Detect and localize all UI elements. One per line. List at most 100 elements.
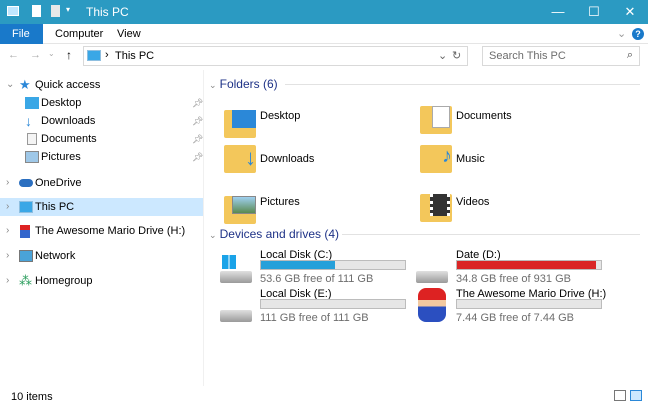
tab-file[interactable]: File xyxy=(0,24,43,44)
cloud-icon xyxy=(19,179,33,187)
network-icon xyxy=(19,250,33,262)
search-input[interactable]: Search This PC ⌕ xyxy=(482,46,640,66)
drive-usage-bar xyxy=(260,299,406,309)
address-bar[interactable]: › This PC ⌄ ↻ xyxy=(83,46,468,66)
up-button[interactable]: ↑ xyxy=(66,48,72,62)
homegroup-icon: ⁂ xyxy=(19,273,32,288)
computer-icon xyxy=(87,50,101,61)
address-dropdown-button[interactable]: ⌄ xyxy=(438,49,447,62)
sidebar-item-label: Quick access xyxy=(35,79,101,91)
navigation-pane: ⌄ ★ Quick access Desktop 📌︎ ↓ Downloads 📌︎ Do… xyxy=(0,70,204,386)
music-folder-icon: ♪ xyxy=(420,145,452,173)
documents-folder-icon xyxy=(420,106,452,134)
folder-videos[interactable]: Videos xyxy=(420,188,489,222)
sidebar-item-homegroup[interactable]: › ⁂ Homegroup xyxy=(0,272,203,290)
pin-icon[interactable]: 📌︎ xyxy=(192,148,203,166)
mario-icon xyxy=(20,225,30,238)
mario-icon xyxy=(418,288,446,322)
drive-usage-fill xyxy=(457,261,596,269)
drive-free-space: 53.6 GB free of 111 GB xyxy=(260,273,374,285)
drive-free-space: 7.44 GB free of 7.44 GB xyxy=(456,312,575,324)
sidebar-item-label: Network xyxy=(35,250,76,262)
sidebar-item-pictures[interactable]: Pictures 📌︎ xyxy=(0,148,203,166)
divider xyxy=(342,234,640,235)
download-icon: ↓ xyxy=(25,113,32,129)
folders-group: ⌄ Folders (6) xyxy=(209,77,278,91)
computer-icon xyxy=(7,6,19,16)
chevron-right-icon[interactable]: › xyxy=(6,222,9,240)
chevron-right-icon[interactable]: › xyxy=(6,247,9,265)
pin-icon[interactable]: 📌︎ xyxy=(192,112,203,130)
chevron-right-icon[interactable]: › xyxy=(6,272,9,290)
chevron-right-icon[interactable]: › xyxy=(6,198,9,216)
title-bar: ▾ This PC — ☐ ✕ xyxy=(0,0,648,24)
chevron-right-icon[interactable]: › xyxy=(6,174,9,192)
divider xyxy=(285,84,640,85)
sidebar-item-label: Pictures xyxy=(41,151,81,163)
sidebar-item-quick-access[interactable]: ⌄ ★ Quick access xyxy=(0,76,203,94)
recent-locations-button[interactable]: ⌄ xyxy=(48,49,55,58)
sidebar-item-label: Desktop xyxy=(41,97,82,109)
pictures-icon xyxy=(25,151,39,163)
chevron-down-icon[interactable]: ⌄ xyxy=(6,76,14,94)
breadcrumb-this-pc[interactable]: This PC xyxy=(115,50,154,62)
search-placeholder: Search This PC xyxy=(489,50,566,62)
sidebar-item-onedrive[interactable]: › OneDrive xyxy=(0,174,203,192)
help-button[interactable]: ? xyxy=(632,28,644,40)
folder-pictures[interactable]: Pictures xyxy=(224,188,300,224)
minimize-button[interactable]: — xyxy=(540,0,576,24)
folder-music[interactable]: ♪ Music xyxy=(420,145,485,173)
sidebar-item-label: The Awesome Mario Drive (H:) xyxy=(35,225,186,237)
folder-label: Videos xyxy=(456,196,490,208)
maximize-button[interactable]: ☐ xyxy=(576,0,612,24)
properties-icon[interactable] xyxy=(32,5,41,17)
sidebar-item-desktop[interactable]: Desktop 📌︎ xyxy=(0,94,203,112)
folder-label: Pictures xyxy=(260,196,300,208)
folder-desktop[interactable]: Desktop xyxy=(224,102,300,138)
downloads-folder-icon: ↓ xyxy=(224,145,256,173)
drive-usage-bar xyxy=(456,260,602,270)
chevron-down-icon[interactable]: ⌄ xyxy=(209,80,217,90)
customize-toolbar-icon[interactable]: ▾ xyxy=(66,5,70,14)
desktop-icon xyxy=(25,97,39,109)
sidebar-item-label: OneDrive xyxy=(35,177,82,189)
sidebar-item-mario-drive[interactable]: › The Awesome Mario Drive (H:) xyxy=(0,222,203,240)
hard-drive-icon xyxy=(220,310,252,322)
refresh-button[interactable]: ↻ xyxy=(452,49,461,62)
expand-ribbon-button[interactable]: ⌄ xyxy=(617,27,626,40)
sidebar-item-this-pc[interactable]: › This PC xyxy=(0,198,203,216)
sidebar-item-label: Downloads xyxy=(41,115,96,127)
folders-header[interactable]: Folders (6) xyxy=(220,77,278,91)
drives-header[interactable]: Devices and drives (4) xyxy=(220,227,339,241)
pin-icon[interactable]: 📌︎ xyxy=(192,130,203,148)
folder-downloads[interactable]: ↓ Downloads xyxy=(224,145,314,173)
breadcrumb-separator[interactable]: › xyxy=(105,49,109,61)
close-button[interactable]: ✕ xyxy=(612,0,648,24)
drive-usage-bar xyxy=(456,299,602,309)
new-folder-icon[interactable] xyxy=(51,5,60,17)
folder-label: Desktop xyxy=(260,110,301,122)
large-icons-view-button[interactable] xyxy=(630,390,642,401)
drive-usage-bar xyxy=(260,260,406,270)
search-icon: ⌕ xyxy=(626,49,633,61)
back-button[interactable]: ← xyxy=(8,49,19,61)
folder-label: Music xyxy=(456,153,485,165)
tab-view[interactable]: View xyxy=(105,24,153,44)
sidebar-item-label: This PC xyxy=(35,201,75,213)
folder-label: Downloads xyxy=(260,153,315,165)
pin-icon[interactable]: 📌︎ xyxy=(192,94,203,112)
drive-usage-fill xyxy=(261,261,336,269)
sidebar-item-label: Homegroup xyxy=(35,275,93,287)
chevron-down-icon[interactable]: ⌄ xyxy=(209,230,217,240)
forward-button[interactable]: → xyxy=(30,49,41,61)
sidebar-item-label: Documents xyxy=(41,133,97,145)
windows-logo-icon xyxy=(222,255,236,269)
folder-documents[interactable]: Documents xyxy=(420,102,512,134)
status-bar: 10 items xyxy=(0,386,648,406)
details-view-button[interactable] xyxy=(614,390,626,401)
sidebar-item-downloads[interactable]: ↓ Downloads 📌︎ xyxy=(0,112,203,130)
pictures-folder-icon xyxy=(224,196,256,224)
sidebar-item-documents[interactable]: Documents 📌︎ xyxy=(0,130,203,148)
sidebar-item-network[interactable]: › Network xyxy=(0,247,203,265)
drive-free-space: 34.8 GB free of 931 GB xyxy=(456,273,571,285)
